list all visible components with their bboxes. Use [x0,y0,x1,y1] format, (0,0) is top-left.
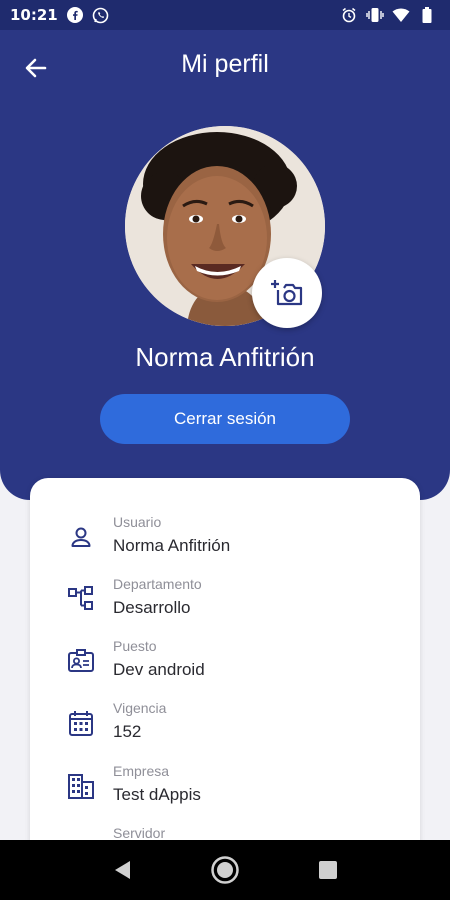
wifi-icon [392,6,410,24]
vibrate-icon [366,6,384,24]
info-label: Departamento [113,576,202,592]
info-row-usuario: Usuario Norma Anfitrión [30,512,420,574]
back-triangle-icon [114,861,130,879]
profile-info-card: Usuario Norma Anfitrión Departamento Des… [30,478,420,898]
info-label: Usuario [113,514,162,530]
building-icon [68,773,94,799]
alarm-icon [340,6,358,24]
info-value: Norma Anfitrión [113,536,231,555]
calendar-icon [68,710,94,736]
nav-recents-button[interactable] [308,850,348,890]
status-bar: 10:21 [0,0,450,30]
page-title: Mi perfil [181,50,269,78]
info-row-puesto: Puesto Dev android [30,636,420,698]
battery-icon [418,6,436,24]
info-label: Puesto [113,638,157,654]
system-nav-bar [0,840,450,900]
info-row-empresa: Empresa Test dAppis [30,761,420,823]
person-icon [68,524,94,550]
info-label: Empresa [113,763,170,779]
info-value: Test dAppis [113,785,201,804]
user-name: Norma Anfitrión [135,342,315,372]
badge-icon [68,648,94,674]
status-time: 10:21 [10,6,58,24]
info-value: Dev android [113,660,205,679]
recents-square-icon [319,861,338,879]
info-row-vigencia: Vigencia 152 [30,698,420,760]
profile-header: Mi perfil Norma Anfitrión Cerrar sesión [0,30,450,500]
nav-back-button[interactable] [102,850,142,890]
change-photo-button[interactable] [252,258,322,328]
logout-button[interactable]: Cerrar sesión [100,394,350,444]
info-label: Servidor [113,825,166,841]
info-label: Vigencia [113,700,167,716]
hierarchy-icon [68,586,94,612]
nav-home-button[interactable] [205,850,245,890]
whatsapp-icon [92,6,110,24]
info-value: Desarrollo [113,598,191,617]
add-photo-icon [271,280,303,306]
facebook-icon [66,6,84,24]
info-value: 152 [113,722,142,741]
home-circle-icon [211,856,239,884]
info-row-departamento: Departamento Desarrollo [30,574,420,636]
